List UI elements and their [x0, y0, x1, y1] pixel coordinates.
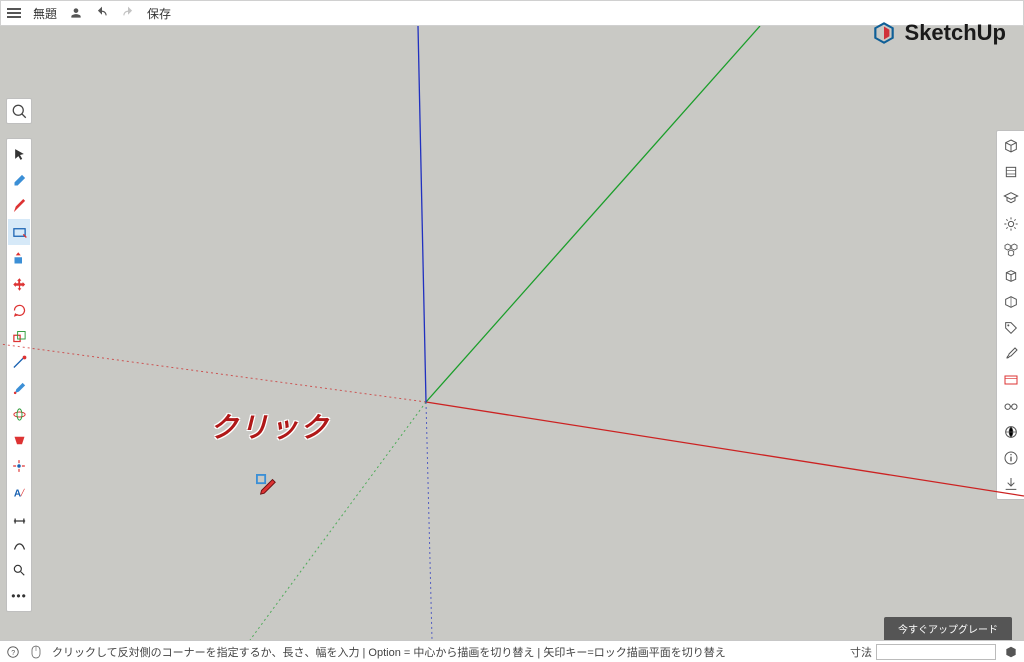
redo-button[interactable] [121, 6, 135, 20]
cursor-marker [256, 474, 274, 492]
undo-icon [95, 6, 109, 20]
mouse-hint-button[interactable] [30, 645, 42, 659]
sketchup-small-icon [1004, 645, 1018, 659]
document-title: 無題 [33, 5, 57, 22]
hamburger-icon [7, 8, 21, 18]
dimension-label: 寸法 [850, 644, 872, 660]
cursor-pencil-icon [256, 474, 278, 496]
dimension-input[interactable] [876, 644, 996, 660]
user-icon [69, 6, 83, 20]
help-button[interactable]: ? [6, 645, 20, 659]
axes-icon [0, 26, 1024, 640]
help-icon: ? [6, 645, 20, 659]
3d-viewport[interactable]: クリック [0, 26, 1024, 640]
undo-button[interactable] [95, 6, 109, 20]
status-hint: クリックして反対側のコーナーを指定するか、長さ、幅を入力 | Option = … [52, 644, 726, 660]
upgrade-button[interactable]: 今すぐアップグレード [884, 617, 1012, 640]
annotation-label: クリック [210, 406, 330, 446]
upgrade-label: 今すぐアップグレード [898, 625, 998, 636]
status-bar: ? クリックして反対側のコーナーを指定するか、長さ、幅を入力 | Option … [0, 640, 1024, 662]
menu-button[interactable] [7, 8, 21, 18]
save-button[interactable]: 保存 [147, 5, 171, 22]
svg-text:?: ? [11, 649, 15, 656]
mouse-icon [30, 645, 42, 659]
redo-icon [121, 6, 135, 20]
account-button[interactable] [69, 6, 83, 20]
